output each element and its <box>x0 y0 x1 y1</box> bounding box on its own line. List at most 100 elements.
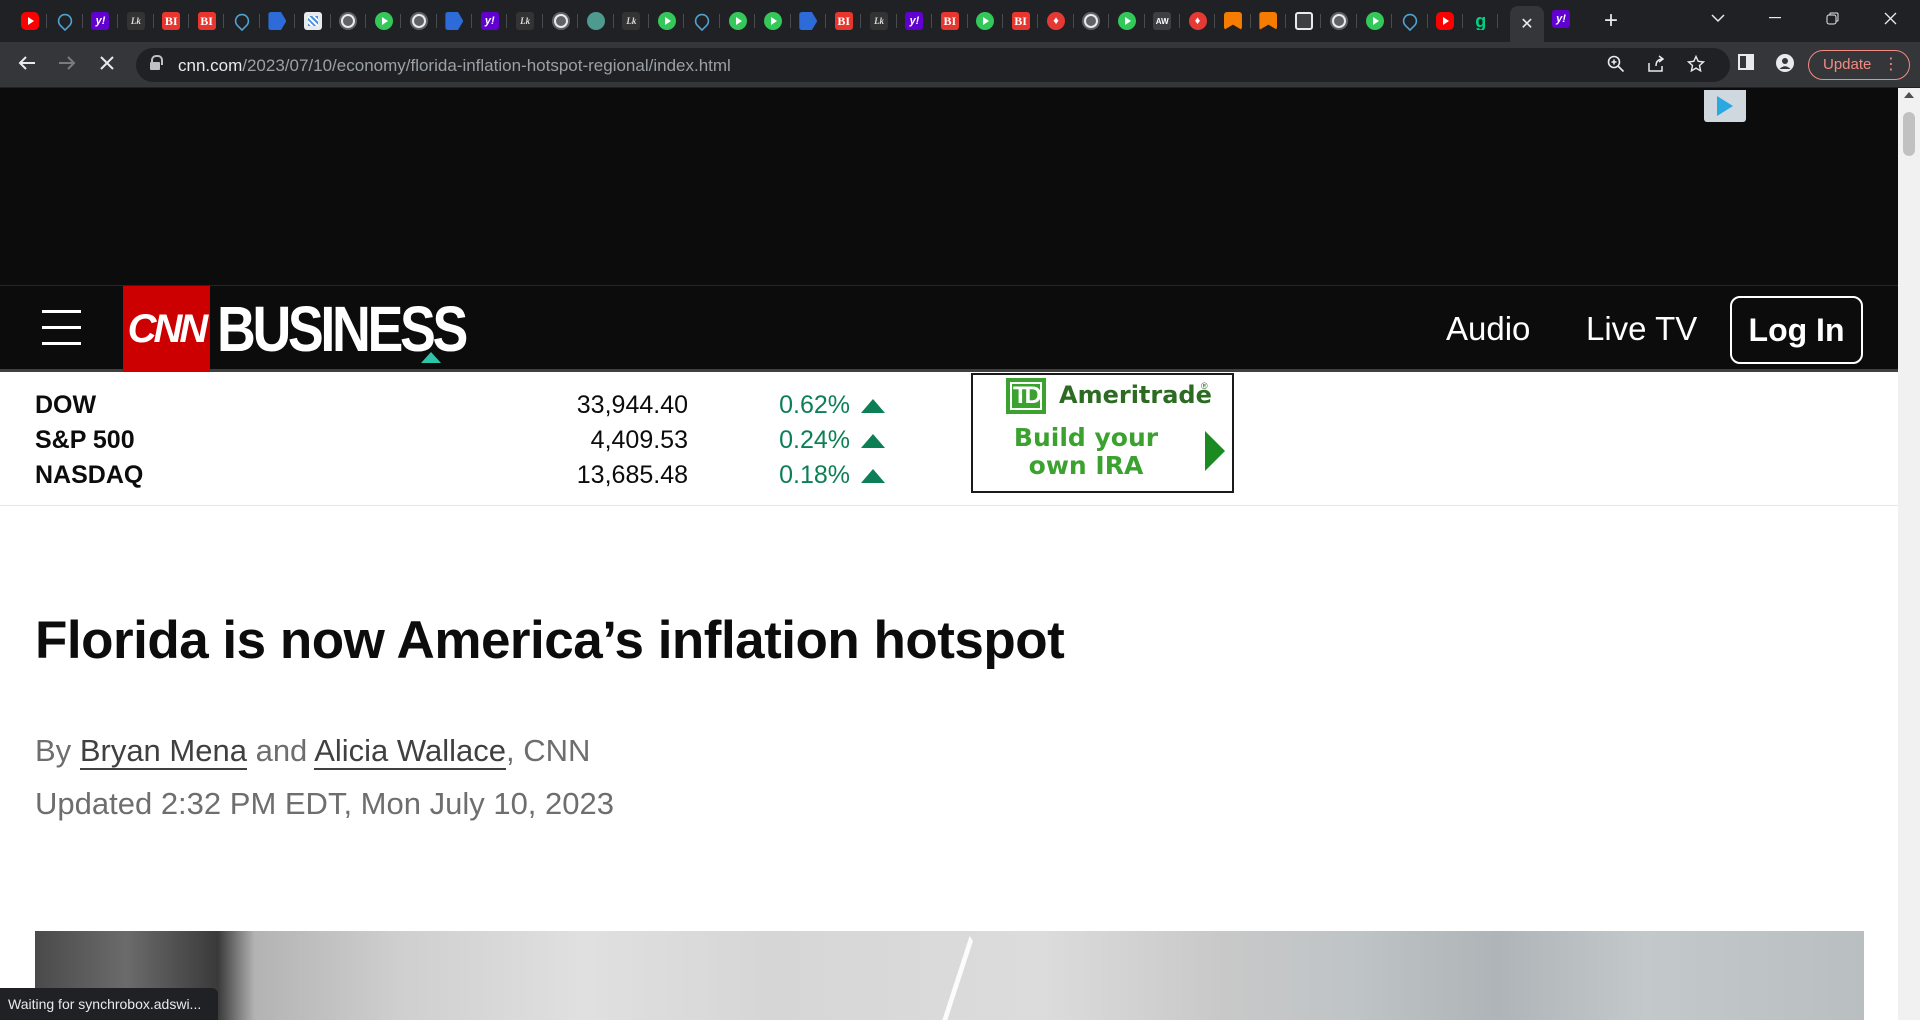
browser-tab[interactable] <box>649 7 685 35</box>
market-row-sp500[interactable]: S&P 500 4,409.53 0.24% <box>35 426 885 460</box>
address-bar[interactable]: cnn.com/2023/07/10/economy/florida-infla… <box>136 48 1730 82</box>
play-icon <box>657 12 676 30</box>
active-tab-close-button[interactable]: ✕ <box>1510 6 1544 42</box>
browser-tab[interactable]: Lk <box>614 7 650 35</box>
browser-tab[interactable] <box>295 7 331 35</box>
share-icon[interactable] <box>1646 55 1666 75</box>
browser-tab[interactable]: y! <box>1552 10 1570 28</box>
flag-icon <box>799 12 818 30</box>
browser-tab[interactable] <box>366 7 402 35</box>
author-link[interactable]: Alicia Wallace <box>314 733 507 770</box>
side-panel-icon[interactable] <box>1735 54 1757 76</box>
browser-tab[interactable]: y! <box>472 7 508 35</box>
markets-ticker: DOW 33,944.40 0.62% S&P 500 4,409.53 0.2… <box>0 372 1898 506</box>
forward-button[interactable] <box>52 50 82 80</box>
author-link[interactable]: Bryan Mena <box>79 733 247 770</box>
update-button[interactable]: Update ⋮ <box>1808 50 1910 80</box>
bi-icon: BI <box>197 12 216 30</box>
nav-live-tv-link[interactable]: Live TV <box>1586 310 1697 348</box>
browser-tab[interactable] <box>1286 7 1322 35</box>
play-icon <box>763 12 782 30</box>
browser-tab[interactable] <box>968 7 1004 35</box>
cnn-logo[interactable]: CNN <box>123 286 210 372</box>
tab-search-button[interactable] <box>1690 0 1746 36</box>
browser-tab[interactable]: AW <box>1145 7 1181 35</box>
yahoo-icon: y! <box>480 12 499 30</box>
browser-tab[interactable] <box>720 7 756 35</box>
stop-loading-button[interactable] <box>92 50 122 80</box>
nav-audio-link[interactable]: Audio <box>1446 310 1530 348</box>
browser-tab[interactable] <box>684 7 721 35</box>
browser-tab[interactable]: BI <box>189 7 225 35</box>
restore-button[interactable] <box>1804 0 1860 36</box>
house-icon <box>1294 12 1313 30</box>
tab-list: y! Lk BI BI y! Lk Lk BI Lk y! BI BI ♦ AW ♦ g <box>12 7 1499 35</box>
browser-tab[interactable] <box>1357 7 1393 35</box>
browser-tab[interactable]: BI <box>154 7 190 35</box>
browser-tab[interactable]: Lk <box>861 7 898 35</box>
browser-tab[interactable]: Lk <box>507 7 544 35</box>
browser-tab[interactable] <box>1074 7 1110 35</box>
browser-tab[interactable] <box>755 7 791 35</box>
browser-tab[interactable] <box>578 7 615 35</box>
market-row-dow[interactable]: DOW 33,944.40 0.62% <box>35 391 885 425</box>
browser-tab[interactable] <box>1392 7 1429 35</box>
browser-tab[interactable]: ♦ <box>1038 7 1075 35</box>
top-ad-banner[interactable] <box>0 88 1898 285</box>
red-icon: ♦ <box>1047 12 1066 30</box>
browser-tab[interactable] <box>12 7 48 35</box>
browser-tab[interactable] <box>791 7 827 35</box>
browser-tab[interactable] <box>401 7 438 35</box>
browser-tab[interactable]: y! <box>897 7 933 35</box>
browser-tab[interactable] <box>224 7 261 35</box>
close-window-button[interactable] <box>1862 0 1918 36</box>
login-button[interactable]: Log In <box>1730 296 1863 364</box>
flag-icon <box>268 12 287 30</box>
minimize-button[interactable] <box>1747 0 1803 36</box>
bi-icon: BI <box>834 12 853 30</box>
td-ameritrade-ad[interactable]: TD Ameritrade ® Build your own IRA <box>971 373 1234 493</box>
dark-icon: AW <box>1153 12 1172 30</box>
globe-icon <box>1082 12 1101 30</box>
wsj-icon: Lk <box>622 12 641 30</box>
hamburger-menu-icon[interactable] <box>42 310 81 346</box>
browser-tab[interactable] <box>1109 7 1145 35</box>
market-row-nasdaq[interactable]: NASDAQ 13,685.48 0.18% <box>35 461 885 495</box>
back-button[interactable] <box>12 50 42 80</box>
browser-tab[interactable] <box>331 7 367 35</box>
page-scrollbar[interactable] <box>1898 88 1920 1020</box>
adchoices-icon[interactable] <box>1704 90 1746 122</box>
browser-tab[interactable] <box>47 7 84 35</box>
profile-icon[interactable] <box>1774 54 1796 76</box>
browser-tab[interactable] <box>543 7 579 35</box>
wsj-icon: Lk <box>870 12 889 30</box>
bookmark-star-icon[interactable] <box>1686 54 1706 75</box>
browser-tab[interactable] <box>1251 7 1287 35</box>
browser-tab[interactable] <box>1215 7 1252 35</box>
article-hero-image[interactable] <box>35 931 1864 1020</box>
browser-tab[interactable]: ♦ <box>1180 7 1216 35</box>
red-icon: ♦ <box>1188 12 1207 30</box>
yahoo-icon: y! <box>905 12 924 30</box>
browser-tab[interactable]: BI <box>1003 7 1039 35</box>
zoom-icon[interactable] <box>1606 55 1626 75</box>
browser-tab[interactable] <box>260 7 296 35</box>
browser-tab[interactable]: Lk <box>118 7 154 35</box>
chevron-down-icon <box>1711 13 1725 22</box>
site-header: CNN BUSINESS Audio Live TV Log In <box>0 285 1898 372</box>
browser-tab[interactable] <box>1428 7 1464 35</box>
new-tab-button[interactable]: + <box>1598 8 1624 34</box>
arrow-left-icon <box>18 56 35 70</box>
play-icon <box>1365 12 1384 30</box>
grid-icon <box>303 12 322 30</box>
browser-tab[interactable]: BI <box>932 7 968 35</box>
market-value: 13,685.48 <box>576 461 688 489</box>
browser-tab[interactable]: y! <box>83 7 119 35</box>
browser-tab[interactable]: BI <box>826 7 862 35</box>
browser-tab[interactable] <box>437 7 473 35</box>
scroll-thumb[interactable] <box>1903 112 1915 156</box>
browser-tab[interactable] <box>1321 7 1358 35</box>
browser-tab[interactable]: g <box>1463 7 1499 35</box>
url-text[interactable]: cnn.com/2023/07/10/economy/florida-infla… <box>178 56 731 76</box>
scroll-up-arrow-icon[interactable] <box>1904 92 1914 98</box>
